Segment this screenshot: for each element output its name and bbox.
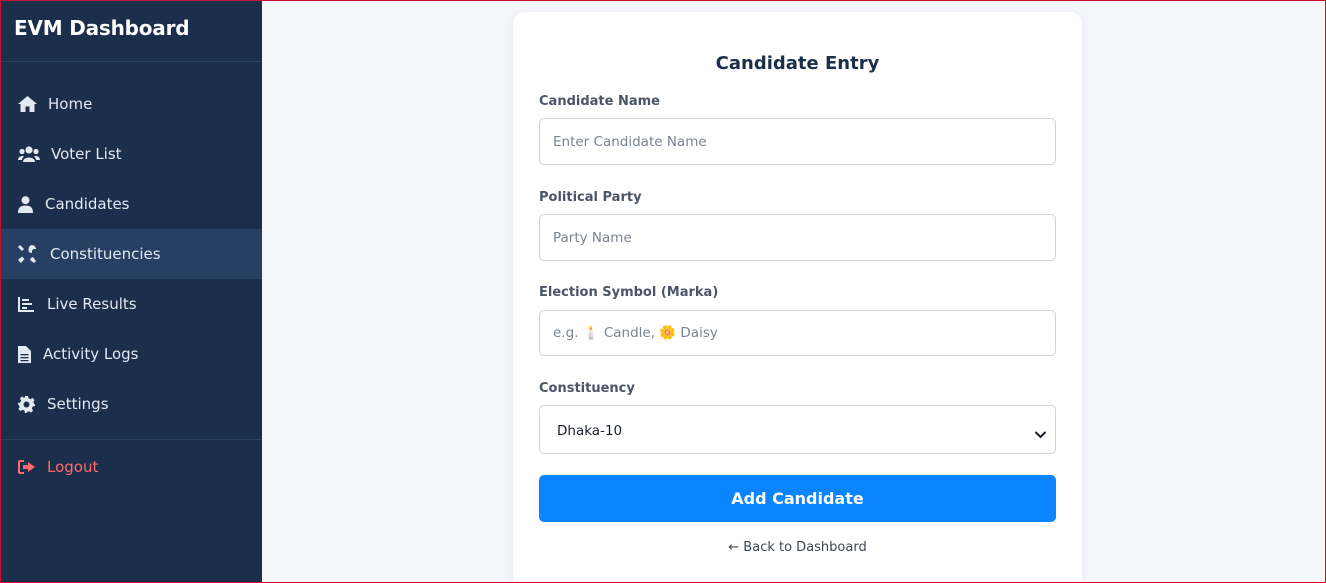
home-icon [18, 95, 40, 113]
sidebar-item-voter-list[interactable]: Voter List [0, 129, 262, 179]
candidate-entry-card: Candidate Entry Candidate Name Political… [513, 12, 1082, 583]
sidebar-item-label: Home [48, 95, 93, 113]
chevron-down-icon [1035, 424, 1046, 443]
form-title: Candidate Entry [715, 53, 880, 74]
sidebar-item-label: Candidates [45, 195, 130, 213]
sidebar-item-label: Live Results [47, 295, 137, 313]
user-tie-icon [18, 195, 36, 213]
gear-icon [18, 395, 38, 413]
sidebar-item-live-results[interactable]: Live Results [0, 279, 262, 329]
sidebar-divider [0, 439, 262, 440]
file-icon [18, 345, 35, 363]
constituency-select[interactable]: Dhaka-10 [539, 405, 1056, 454]
sidebar: EVM Dashboard Home Voter List Candidates… [0, 0, 262, 583]
sidebar-item-candidates[interactable]: Candidates [0, 179, 262, 229]
sidebar-item-label: Voter List [51, 145, 122, 163]
sidebar-item-settings[interactable]: Settings [0, 379, 262, 429]
sidebar-item-label: Settings [47, 395, 109, 413]
constituency-selected-value: Dhaka-10 [557, 423, 623, 439]
election-symbol-label: Election Symbol (Marka) [539, 285, 719, 300]
sidebar-nav: Home Voter List Candidates Constituencie… [0, 62, 262, 492]
chart-icon [18, 295, 38, 313]
candidate-name-input[interactable] [539, 118, 1056, 165]
logout-label: Logout [47, 458, 99, 476]
logout-button[interactable]: Logout [0, 442, 262, 492]
election-symbol-input[interactable] [539, 310, 1056, 356]
app-title: EVM Dashboard [0, 0, 262, 62]
sidebar-item-activity-logs[interactable]: Activity Logs [0, 329, 262, 379]
constituency-label: Constituency [539, 381, 635, 396]
political-party-input[interactable] [539, 214, 1056, 261]
sign-out-icon [18, 458, 38, 476]
sidebar-item-label: Constituencies [50, 245, 161, 263]
sidebar-item-home[interactable]: Home [0, 79, 262, 129]
add-candidate-button[interactable]: Add Candidate [539, 475, 1056, 522]
back-to-dashboard-link[interactable]: ← Back to Dashboard [513, 540, 1082, 555]
political-party-label: Political Party [539, 190, 642, 205]
tools-icon [18, 245, 40, 263]
sidebar-item-label: Activity Logs [43, 345, 139, 363]
users-icon [18, 145, 42, 163]
candidate-name-label: Candidate Name [539, 94, 660, 109]
sidebar-item-constituencies[interactable]: Constituencies [0, 229, 262, 279]
